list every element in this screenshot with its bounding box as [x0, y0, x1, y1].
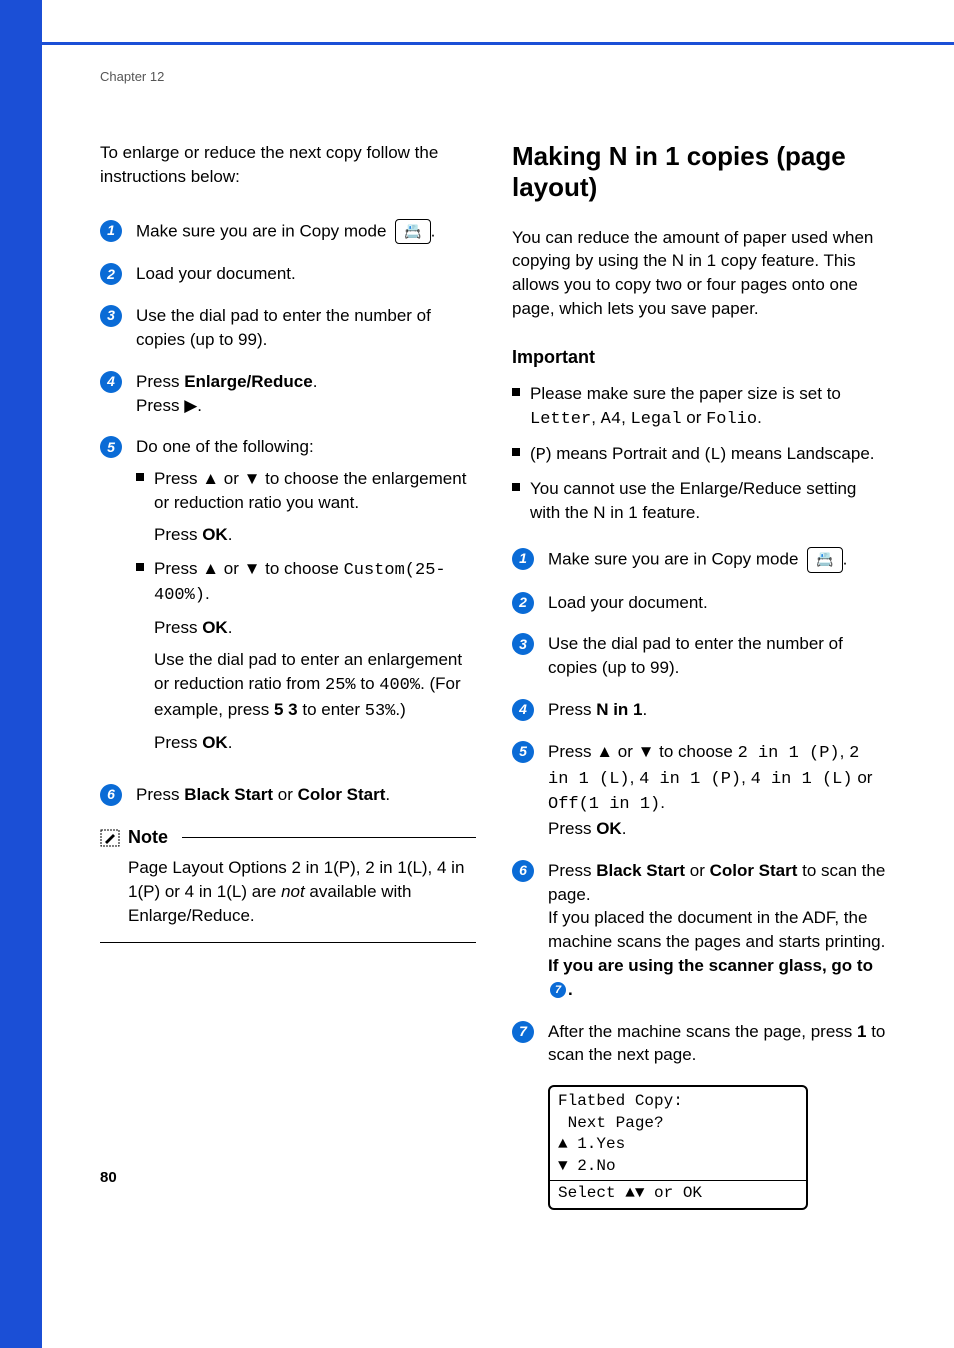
- section-heading: Making N in 1 copies (page layout): [512, 141, 888, 203]
- lcd-line: ▲ 1.Yes: [558, 1134, 798, 1156]
- step-body: Do one of the following: Press ▲ or ▼ to…: [136, 435, 476, 765]
- note-header: Note: [100, 825, 476, 850]
- step-bullet-4: 4: [512, 699, 534, 721]
- lcd-line: Select ▲▼ or OK: [558, 1183, 798, 1205]
- important-list: Please make sure the paper size is set t…: [512, 382, 888, 525]
- step-bullet-5: 5: [100, 436, 122, 458]
- step-bullet-1: 1: [512, 548, 534, 570]
- lcd-line: Next Page?: [558, 1113, 798, 1135]
- step-text: Make sure you are in Copy mode: [136, 221, 391, 240]
- square-bullet-icon: [512, 483, 520, 491]
- sub-bullet: You cannot use the Enlarge/Reduce settin…: [512, 477, 888, 525]
- step-6: 6 Press Black Start or Color Start.: [100, 783, 476, 807]
- step-3: 3 Use the dial pad to enter the number o…: [100, 304, 476, 352]
- page-content: Chapter 12 To enlarge or reduce the next…: [0, 0, 954, 1250]
- copy-mode-icon: 📇: [395, 219, 430, 245]
- left-column: To enlarge or reduce the next copy follo…: [100, 141, 476, 1210]
- sub-bullet-list: Press ▲ or ▼ to choose the enlargement o…: [136, 467, 476, 755]
- two-column-layout: To enlarge or reduce the next copy follo…: [100, 141, 888, 1210]
- step-3: 3 Use the dial pad to enter the number o…: [512, 632, 888, 680]
- step-ref-7-icon: 7: [550, 982, 566, 998]
- lcd-line: Flatbed Copy:: [558, 1091, 798, 1113]
- note-title: Note: [128, 825, 168, 850]
- step-bullet-7: 7: [512, 1021, 534, 1043]
- step-bullet-4: 4: [100, 371, 122, 393]
- square-bullet-icon: [136, 563, 144, 571]
- section-intro: You can reduce the amount of paper used …: [512, 226, 888, 321]
- square-bullet-icon: [512, 448, 520, 456]
- step-body: Press Enlarge/Reduce. Press ▶.: [136, 370, 476, 418]
- lcd-top: Flatbed Copy: Next Page? ▲ 1.Yes ▼ 2.No: [550, 1087, 806, 1180]
- step-body: Load your document.: [136, 262, 476, 286]
- step-bullet-5: 5: [512, 741, 534, 763]
- important-heading: Important: [512, 345, 888, 370]
- step-bullet-1: 1: [100, 220, 122, 242]
- left-accent-bar: [0, 0, 42, 1348]
- step-bullet-3: 3: [100, 305, 122, 327]
- sub-bullet: Press ▲ or ▼ to choose Custom(25-400%). …: [136, 557, 476, 756]
- step-bullet-2: 2: [100, 263, 122, 285]
- step-7: 7 After the machine scans the page, pres…: [512, 1020, 888, 1068]
- step-5: 5 Do one of the following: Press ▲ or ▼ …: [100, 435, 476, 765]
- step-4: 4 Press N in 1.: [512, 698, 888, 722]
- step-1: 1 Make sure you are in Copy mode 📇.: [512, 547, 888, 573]
- step-body: Use the dial pad to enter the number of …: [136, 304, 476, 352]
- right-column: Making N in 1 copies (page layout) You c…: [512, 141, 888, 1210]
- step-2: 2 Load your document.: [100, 262, 476, 286]
- note-hr: [182, 837, 476, 838]
- top-accent-bar: [42, 42, 954, 45]
- lcd-display: Flatbed Copy: Next Page? ▲ 1.Yes ▼ 2.No …: [548, 1085, 808, 1210]
- copy-mode-icon: 📇: [807, 547, 842, 573]
- note-bottom-hr: [100, 942, 476, 943]
- sub-bullet: Please make sure the paper size is set t…: [512, 382, 888, 432]
- lcd-bottom: Select ▲▼ or OK: [550, 1181, 806, 1209]
- step-body: Press Black Start or Color Start.: [136, 783, 476, 807]
- step-body: Make sure you are in Copy mode 📇.: [136, 219, 476, 245]
- chapter-label: Chapter 12: [100, 68, 888, 86]
- step-6: 6 Press Black Start or Color Start to sc…: [512, 859, 888, 1002]
- step-2: 2 Load your document.: [512, 591, 888, 615]
- step-bullet-6: 6: [100, 784, 122, 806]
- square-bullet-icon: [512, 388, 520, 396]
- sub-bullet: (P) means Portrait and (L) means Landsca…: [512, 442, 888, 468]
- step-5: 5 Press ▲ or ▼ to choose 2 in 1 (P), 2 i…: [512, 740, 888, 841]
- square-bullet-icon: [136, 473, 144, 481]
- page-number: 80: [100, 1167, 117, 1188]
- note-pencil-icon: [100, 829, 120, 847]
- left-step-list: 1 Make sure you are in Copy mode 📇. 2 Lo…: [100, 219, 476, 807]
- step-4: 4 Press Enlarge/Reduce. Press ▶.: [100, 370, 476, 418]
- step-bullet-2: 2: [512, 592, 534, 614]
- left-intro: To enlarge or reduce the next copy follo…: [100, 141, 476, 189]
- step-bullet-6: 6: [512, 860, 534, 882]
- note-text: Page Layout Options 2 in 1(P), 2 in 1(L)…: [100, 856, 476, 927]
- step-bullet-3: 3: [512, 633, 534, 655]
- right-step-list: 1 Make sure you are in Copy mode 📇. 2 Lo…: [512, 547, 888, 1067]
- note-block: Note Page Layout Options 2 in 1(P), 2 in…: [100, 825, 476, 943]
- lcd-line: ▼ 2.No: [558, 1156, 798, 1178]
- step-1: 1 Make sure you are in Copy mode 📇.: [100, 219, 476, 245]
- sub-bullet: Press ▲ or ▼ to choose the enlargement o…: [136, 467, 476, 546]
